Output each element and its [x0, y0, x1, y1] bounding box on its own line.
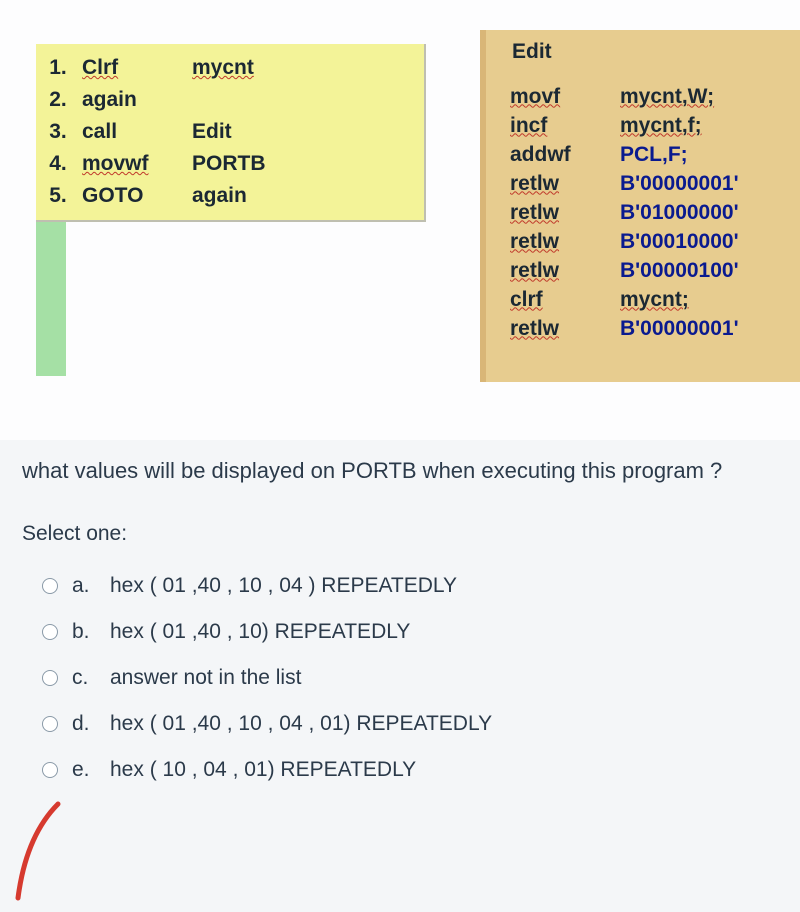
- operand: B'01000000': [614, 198, 745, 227]
- option-letter: e.: [72, 758, 96, 782]
- code-block-right: Edit movfmycnt,W;incfmycnt,f;addwfPCL,F;…: [480, 30, 800, 382]
- opcode: addwf: [504, 140, 614, 169]
- option-letter: d.: [72, 712, 96, 736]
- edit-label: Edit: [512, 40, 800, 64]
- opcode: retlw: [504, 169, 614, 198]
- option-row[interactable]: c. answer not in the list: [42, 666, 778, 690]
- operand: PORTB: [186, 148, 416, 180]
- code-row: clrfmycnt;: [504, 285, 745, 314]
- opcode: call: [76, 116, 186, 148]
- figure-area: 1.Clrfmycnt2.again3.callEdit4.movwfPORTB…: [0, 0, 800, 440]
- radio-button[interactable]: [42, 624, 58, 640]
- line-number: 5.: [40, 180, 76, 212]
- operand: mycnt,W;: [614, 82, 745, 111]
- code-row: 5.GOTOagain: [40, 180, 416, 212]
- code-row: retlwB'00000001': [504, 314, 745, 343]
- option-row[interactable]: b. hex ( 01 ,40 , 10) REPEATEDLY: [42, 620, 778, 644]
- code-row: retlwB'00010000': [504, 227, 745, 256]
- question-text: what values will be displayed on PORTB w…: [0, 440, 800, 484]
- opcode: Clrf: [76, 52, 186, 84]
- operand: mycnt,f;: [614, 111, 745, 140]
- code-row: 4.movwfPORTB: [40, 148, 416, 180]
- code-row: retlwB'00000100': [504, 256, 745, 285]
- radio-button[interactable]: [42, 762, 58, 778]
- code-left-table: 1.Clrfmycnt2.again3.callEdit4.movwfPORTB…: [40, 52, 416, 212]
- opcode: retlw: [504, 198, 614, 227]
- option-letter: b.: [72, 620, 96, 644]
- operand: B'00000001': [614, 314, 745, 343]
- option-text: hex ( 01 ,40 , 10 , 04 ) REPEATEDLY: [110, 574, 457, 598]
- operand: mycnt: [186, 52, 416, 84]
- opcode: movwf: [76, 148, 186, 180]
- radio-button[interactable]: [42, 716, 58, 732]
- radio-button[interactable]: [42, 578, 58, 594]
- option-text: hex ( 01 ,40 , 10 , 04 , 01) REPEATEDLY: [110, 712, 492, 736]
- line-number: 1.: [40, 52, 76, 84]
- operand: B'00000001': [614, 169, 745, 198]
- option-text: answer not in the list: [110, 666, 301, 690]
- code-right-table: movfmycnt,W;incfmycnt,f;addwfPCL,F;retlw…: [504, 82, 745, 343]
- radio-button[interactable]: [42, 670, 58, 686]
- options-list: a. hex ( 01 ,40 , 10 , 04 ) REPEATEDLY b. h…: [0, 556, 800, 782]
- opcode: retlw: [504, 227, 614, 256]
- code-row: movfmycnt,W;: [504, 82, 745, 111]
- opcode: GOTO: [76, 180, 186, 212]
- operand: mycnt;: [614, 285, 745, 314]
- code-row: 2.again: [40, 84, 416, 116]
- option-letter: a.: [72, 574, 96, 598]
- operand: Edit: [186, 116, 416, 148]
- select-one-label: Select one:: [0, 484, 800, 556]
- option-row[interactable]: a. hex ( 01 ,40 , 10 , 04 ) REPEATEDLY: [42, 574, 778, 598]
- operand: [186, 84, 416, 116]
- option-row[interactable]: d. hex ( 01 ,40 , 10 , 04 , 01) REPEATEDL…: [42, 712, 778, 736]
- option-letter: c.: [72, 666, 96, 690]
- line-number: 2.: [40, 84, 76, 116]
- operand: B'00010000': [614, 227, 745, 256]
- option-text: hex ( 10 , 04 , 01) REPEATEDLY: [110, 758, 416, 782]
- code-row: 3.callEdit: [40, 116, 416, 148]
- opcode: clrf: [504, 285, 614, 314]
- operand: again: [186, 180, 416, 212]
- code-row: incfmycnt,f;: [504, 111, 745, 140]
- line-number: 4.: [40, 148, 76, 180]
- opcode: retlw: [504, 314, 614, 343]
- code-row: retlwB'01000000': [504, 198, 745, 227]
- operand: B'00000100': [614, 256, 745, 285]
- opcode: again: [76, 84, 186, 116]
- code-row: retlwB'00000001': [504, 169, 745, 198]
- option-text: hex ( 01 ,40 , 10) REPEATEDLY: [110, 620, 410, 644]
- code-block-left: 1.Clrfmycnt2.again3.callEdit4.movwfPORTB…: [36, 44, 426, 222]
- option-row[interactable]: e. hex ( 10 , 04 , 01) REPEATEDLY: [42, 758, 778, 782]
- grading-mark-icon: [8, 798, 68, 904]
- opcode: retlw: [504, 256, 614, 285]
- operand: PCL,F;: [614, 140, 745, 169]
- opcode: movf: [504, 82, 614, 111]
- opcode: incf: [504, 111, 614, 140]
- line-number: 3.: [40, 116, 76, 148]
- code-row: 1.Clrfmycnt: [40, 52, 416, 84]
- code-row: addwfPCL,F;: [504, 140, 745, 169]
